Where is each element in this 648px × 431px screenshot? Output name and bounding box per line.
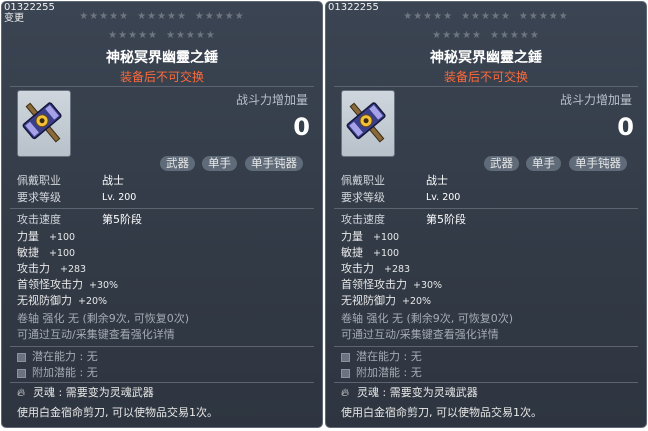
combat-power-value: 0	[617, 113, 634, 141]
divider	[334, 208, 638, 209]
stat-dex: 敏捷 +100	[17, 246, 76, 259]
untradeable-notice: 装备后不可交换	[443, 70, 528, 84]
scroll-info: 卷轴 强化 无 (剩余9次, 可恢复0次)	[341, 312, 514, 325]
soul-row: 🔥︎ 灵魂 : 需要变为灵魂武器	[17, 386, 154, 399]
divider	[334, 346, 638, 347]
stat-attack: 攻击力 +283	[17, 262, 87, 275]
star-force-row-2: ★★★★★ ★★★★★	[108, 30, 216, 41]
divider	[334, 382, 638, 383]
stat-dex: 敏捷 +100	[341, 246, 400, 259]
potential-row: 潜在能力 : 无	[341, 350, 422, 363]
item-tooltip-left: 01322255 变更 ★★★★★ ★★★★★ ★★★★★ ★★★★★ ★★★★★ 神…	[1, 1, 323, 428]
scroll-info: 卷轴 强化 无 (剩余9次, 可恢复0次)	[17, 312, 190, 325]
divider	[10, 208, 314, 209]
combat-power-label: 战斗力增加量	[235, 93, 308, 107]
item-title: 神秘冥界幽靈之錘	[430, 50, 542, 66]
stat-str: 力量 +100	[341, 230, 400, 243]
star-force-row-2: ★★★★★ ★★★★★	[432, 30, 540, 41]
bonus-potential-row: 附加潜能 : 无	[17, 366, 98, 379]
combat-power-value: 0	[293, 113, 310, 141]
stat-ignore-defense: 无视防御力 +20%	[17, 294, 108, 307]
soul-flame-icon: 🔥︎	[17, 386, 26, 399]
hammer-icon	[22, 102, 62, 143]
bonus-potential-icon	[17, 368, 26, 378]
level-row: 要求等级 Lv. 200	[341, 191, 461, 204]
item-tooltip-right: 01322255 ★★★★★ ★★★★★ ★★★★★ ★★★★★ ★★★★★ 神秘冥界…	[325, 1, 647, 428]
potential-icon	[17, 352, 26, 362]
attack-speed-row: 攻击速度 第5阶段	[17, 213, 142, 226]
enhance-hint: 可通过互动/采集键查看强化详情	[17, 328, 175, 341]
enhance-hint: 可通过互动/采集键查看强化详情	[341, 328, 499, 341]
potential-icon	[341, 352, 350, 362]
star-force-row-1: ★★★★★ ★★★★★ ★★★★★	[79, 11, 245, 22]
stat-attack: 攻击力 +283	[341, 262, 411, 275]
item-icon	[17, 90, 71, 157]
tag-one-handed: 单手	[526, 156, 561, 171]
attack-speed-row: 攻击速度 第5阶段	[341, 213, 466, 226]
tag-weapon: 武器	[160, 156, 195, 171]
hammer-icon	[346, 102, 386, 143]
tag-one-handed-blunt: 单手钝器	[245, 156, 303, 171]
untradeable-notice: 装备后不可交换	[119, 70, 204, 84]
item-title: 神秘冥界幽靈之錘	[106, 50, 218, 66]
divider	[10, 382, 314, 383]
divider	[10, 346, 314, 347]
combat-power-label: 战斗力增加量	[559, 93, 632, 107]
stat-boss-damage: 首领怪攻击力 +30%	[341, 278, 443, 291]
potential-row: 潜在能力 : 无	[17, 350, 98, 363]
job-row: 佩戴职业 战士	[17, 174, 124, 187]
job-row: 佩戴职业 战士	[341, 174, 448, 187]
tag-one-handed: 单手	[202, 156, 237, 171]
scissors-footer: 使用白金宿命剪刀, 可以使物品交易1次。	[341, 406, 542, 419]
stat-ignore-defense: 无视防御力 +20%	[341, 294, 432, 307]
tag-weapon: 武器	[484, 156, 519, 171]
scissors-footer: 使用白金宿命剪刀, 可以使物品交易1次。	[17, 406, 218, 419]
soul-row: 🔥︎ 灵魂 : 需要变为灵魂武器	[341, 386, 478, 399]
bonus-potential-row: 附加潜能 : 无	[341, 366, 422, 379]
tag-one-handed-blunt: 单手钝器	[569, 156, 627, 171]
divider	[10, 86, 314, 87]
level-row: 要求等级 Lv. 200	[17, 191, 137, 204]
divider	[334, 86, 638, 87]
bonus-potential-icon	[341, 368, 350, 378]
stat-boss-damage: 首领怪攻击力 +30%	[17, 278, 119, 291]
item-icon	[341, 90, 395, 157]
stat-str: 力量 +100	[17, 230, 76, 243]
soul-flame-icon: 🔥︎	[341, 386, 350, 399]
star-force-row-1: ★★★★★ ★★★★★ ★★★★★	[403, 11, 569, 22]
